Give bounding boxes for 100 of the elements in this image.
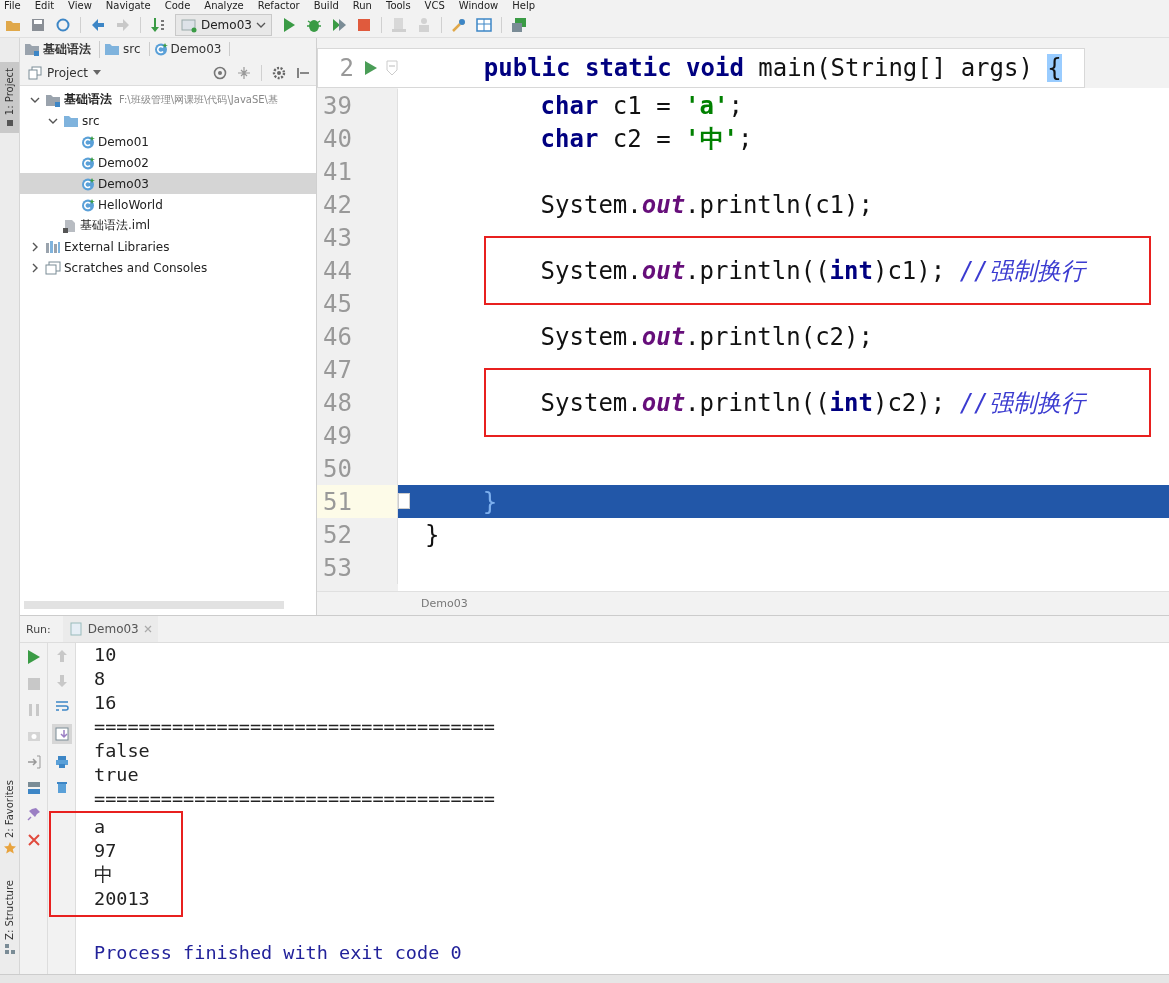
line-number: 44 bbox=[323, 256, 352, 285]
tree-item[interactable]: 基础语法 F:\班级管理\网课班\代码\JavaSE\基 bbox=[20, 89, 316, 110]
application-icon bbox=[181, 16, 197, 33]
tree-item[interactable]: 基础语法.iml bbox=[20, 215, 316, 236]
tree-item[interactable]: Demo02 bbox=[20, 152, 316, 173]
breadcrumb[interactable]: src bbox=[104, 42, 150, 56]
breadcrumb[interactable]: Demo03 bbox=[421, 597, 468, 610]
code-line: System.out.println((int)c1); //强制换行 bbox=[539, 255, 1085, 287]
menu-item[interactable]: File bbox=[4, 0, 21, 12]
chevron-right-icon[interactable] bbox=[30, 262, 40, 273]
project-view-dropdown[interactable]: Project bbox=[28, 65, 102, 80]
module-folder-icon bbox=[24, 42, 40, 56]
run-config-dropdown[interactable]: Demo03 bbox=[175, 13, 272, 36]
code-line: } bbox=[481, 487, 498, 516]
side-tab[interactable]: 1: Project bbox=[0, 62, 19, 134]
class-icon bbox=[153, 42, 168, 56]
side-tab[interactable]: 2: Favorites bbox=[0, 774, 19, 861]
trash-icon[interactable] bbox=[54, 780, 69, 794]
fold-icon[interactable] bbox=[386, 60, 398, 76]
pin-icon[interactable] bbox=[26, 807, 41, 821]
breadcrumb[interactable]: Demo03 bbox=[153, 42, 231, 56]
star-icon bbox=[3, 842, 16, 855]
folder-icon bbox=[104, 42, 120, 56]
menu-item[interactable]: Refactor bbox=[257, 0, 300, 12]
console-line: ==================================== bbox=[94, 787, 496, 811]
menu-item[interactable]: Help bbox=[512, 0, 536, 12]
side-tab[interactable]: Z: Structure bbox=[0, 874, 19, 960]
line-number: 51 bbox=[323, 487, 352, 516]
line-number: 50 bbox=[323, 454, 352, 483]
code-line: System.out.println((int)c2); //强制换行 bbox=[539, 387, 1085, 419]
tree-item[interactable]: Demo01 bbox=[20, 131, 316, 152]
menu-item[interactable]: Build bbox=[313, 0, 339, 12]
code-line: } bbox=[425, 520, 440, 549]
close-icon[interactable] bbox=[143, 625, 152, 633]
run-icon[interactable] bbox=[26, 649, 41, 665]
tab[interactable]: Demo03 bbox=[62, 616, 158, 642]
line-number: 40 bbox=[323, 124, 352, 153]
save-icon[interactable] bbox=[30, 16, 46, 33]
menu-item[interactable]: Navigate bbox=[105, 0, 151, 12]
tree-item[interactable]: External Libraries bbox=[20, 236, 316, 257]
line-number: 49 bbox=[323, 421, 352, 450]
target-icon[interactable] bbox=[213, 65, 227, 80]
window-icon bbox=[28, 65, 42, 80]
window-icon[interactable] bbox=[510, 16, 527, 33]
fold-icon[interactable] bbox=[398, 493, 410, 509]
line-number: 48 bbox=[323, 388, 352, 417]
grid-icon[interactable] bbox=[475, 16, 492, 33]
code-line: char c1 = 'a'; bbox=[539, 91, 743, 120]
pin-icon[interactable] bbox=[296, 65, 310, 80]
line-number: 47 bbox=[323, 355, 352, 384]
stop-icon[interactable] bbox=[355, 16, 372, 33]
tree-item[interactable]: Scratches and Consoles bbox=[20, 257, 316, 278]
console-line: 中 bbox=[94, 863, 114, 887]
wrap-icon[interactable] bbox=[54, 699, 69, 713]
menu-item[interactable]: View bbox=[68, 0, 92, 12]
menu-item[interactable]: Tools bbox=[385, 0, 411, 12]
module-folder-icon bbox=[45, 92, 61, 107]
console-line: true bbox=[94, 763, 140, 787]
line-number: 2 bbox=[338, 54, 354, 82]
menu-item[interactable]: Edit bbox=[34, 0, 55, 12]
structure-icon bbox=[4, 944, 15, 954]
exit-icon[interactable] bbox=[26, 755, 41, 769]
caret-icon bbox=[255, 20, 266, 29]
wrench-icon[interactable] bbox=[450, 16, 467, 33]
run-icon[interactable] bbox=[364, 60, 378, 76]
layout-icon[interactable] bbox=[26, 781, 41, 795]
gear-icon[interactable] bbox=[272, 65, 286, 80]
scrollbar[interactable] bbox=[24, 601, 284, 609]
class-icon bbox=[81, 197, 95, 212]
class-icon bbox=[81, 155, 95, 170]
console-line: ==================================== bbox=[94, 715, 496, 739]
console-line: 97 bbox=[94, 839, 118, 863]
run-label: Run: bbox=[26, 622, 51, 636]
chevron-right-icon[interactable] bbox=[30, 241, 40, 252]
tree-item[interactable]: Demo03 bbox=[20, 173, 316, 194]
menu-item[interactable]: Window bbox=[458, 0, 499, 12]
line-number: 41 bbox=[323, 157, 352, 186]
console-line: false bbox=[94, 739, 151, 763]
console-line: 8 bbox=[94, 667, 107, 691]
scroll-end-icon[interactable] bbox=[54, 727, 69, 741]
folder-icon bbox=[63, 113, 79, 128]
line-number: 45 bbox=[323, 289, 352, 318]
close-icon[interactable] bbox=[26, 833, 41, 847]
build-icon[interactable] bbox=[150, 16, 166, 33]
coverage-icon[interactable] bbox=[330, 16, 347, 33]
line-number: 42 bbox=[323, 190, 352, 219]
code-line: System.out.println(c1); bbox=[539, 190, 873, 219]
console-line: Process finished with exit code 0 bbox=[94, 941, 463, 965]
tree-item[interactable]: HelloWorld bbox=[20, 194, 316, 215]
collapse-icon[interactable] bbox=[237, 65, 251, 80]
menu-item[interactable]: Code bbox=[164, 0, 191, 12]
breadcrumb[interactable]: 基础语法 bbox=[24, 40, 100, 58]
line-number: 43 bbox=[323, 223, 352, 252]
console-line: a bbox=[94, 815, 107, 839]
menu-item[interactable]: Run bbox=[352, 0, 372, 12]
printer-icon[interactable] bbox=[54, 755, 69, 769]
console-line: 16 bbox=[94, 691, 118, 715]
menu-item[interactable]: Analyze bbox=[204, 0, 244, 12]
menu-item[interactable]: VCS bbox=[424, 0, 445, 12]
tree-item[interactable]: src bbox=[20, 110, 316, 131]
